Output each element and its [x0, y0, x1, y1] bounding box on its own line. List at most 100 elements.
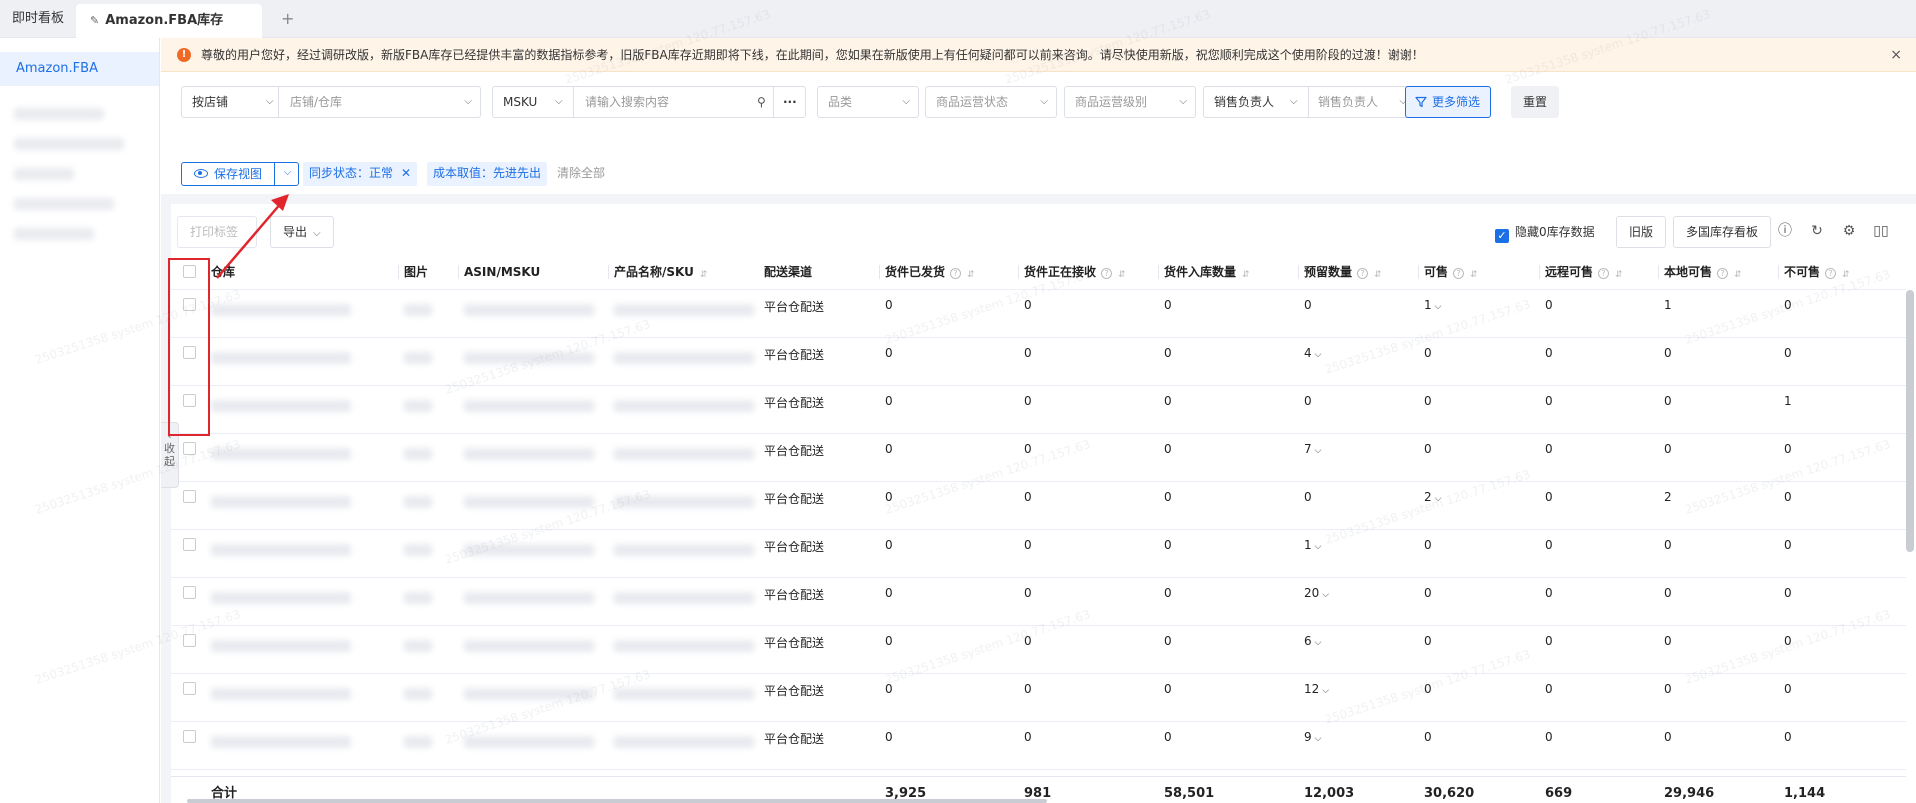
col-inbound[interactable]: 货件入库数量 ⇵ [1158, 254, 1250, 290]
search-icon[interactable]: ⚲ [757, 87, 766, 117]
sales-owner-select[interactable]: 销售负责人 [1214, 95, 1274, 109]
sku-type-select[interactable]: MSKU [503, 95, 537, 109]
col-shipped[interactable]: 货件已发货? ⇵ [879, 254, 975, 290]
export-button[interactable]: 导出 ⌵ [270, 216, 334, 248]
help-icon[interactable]: ? [1598, 268, 1610, 279]
row-checkbox[interactable] [183, 538, 196, 551]
table-row[interactable]: 平台仓配送 0 0 0 6 ⌵ 0 0 0 0 [171, 626, 1906, 674]
col-available[interactable]: 可售? ⇵ [1418, 254, 1478, 290]
close-icon[interactable]: × [1890, 38, 1902, 72]
cell-local: 1 [1664, 290, 1672, 338]
help-icon[interactable]: ? [1357, 268, 1369, 279]
sort-icon[interactable]: ⇵ [1470, 271, 1478, 280]
store-select[interactable]: 按店铺 [192, 95, 228, 109]
chevron-down-icon[interactable]: ⌵ [1315, 350, 1322, 360]
print-label-button[interactable]: 打印标签 [177, 216, 257, 248]
chevron-down-icon[interactable]: ⌵ [1435, 494, 1442, 504]
cell-reserved[interactable]: 1⌵ [1304, 530, 1321, 578]
row-checkbox[interactable] [183, 634, 196, 647]
col-local[interactable]: 本地可售? ⇵ [1658, 254, 1742, 290]
book-icon[interactable]: ▯▯ [1872, 222, 1890, 240]
chevron-down-icon[interactable]: ⌵ [1435, 302, 1442, 312]
old-version-button[interactable]: 旧版 [1616, 216, 1667, 248]
row-checkbox[interactable] [183, 586, 196, 599]
chevron-down-icon[interactable]: ⌵ [1322, 686, 1329, 696]
table-row[interactable]: 平台仓配送 0 0 0 9 ⌵ 0 0 0 0 [171, 722, 1906, 770]
sort-icon[interactable]: ⇵ [1842, 271, 1850, 280]
help-icon[interactable]: ? [1453, 268, 1465, 279]
pin-icon[interactable]: ✎ [90, 4, 99, 38]
search-input[interactable]: 请输入搜索内容 [585, 87, 669, 117]
cell-reserved[interactable]: 12 ⌵ [1304, 674, 1329, 722]
sales-owner-input[interactable]: 销售负责人 [1318, 87, 1378, 117]
sort-icon[interactable]: ⇵ [1374, 271, 1382, 280]
sku-search-field[interactable]: MSKU ⌵ 请输入搜索内容 ⚲ ··· [492, 86, 806, 118]
table-row[interactable]: 平台仓配送 0 0 0 0 2 ⌵ 0 2 0 [171, 482, 1906, 530]
cell-available[interactable]: 1 ⌵ [1424, 290, 1441, 338]
operation-status-select[interactable]: 商品运营状态 ⌵ [925, 86, 1057, 118]
col-receiving[interactable]: 货件正在接收? ⇵ [1018, 254, 1126, 290]
hide-zero-stock-checkbox[interactable]: ✓ 隐藏0库存数据 [1495, 224, 1595, 243]
clear-all-link[interactable]: 清除全部 [557, 162, 605, 186]
cell-reserved[interactable]: 9 ⌵ [1304, 722, 1321, 770]
cell-reserved[interactable]: 20 ⌵ [1304, 578, 1329, 626]
chevron-down-icon[interactable]: ⌵ [1315, 638, 1322, 648]
chevron-down-icon[interactable]: ⌵ [1315, 446, 1322, 456]
col-unsellable[interactable]: 不可售? ⇵ [1778, 254, 1850, 290]
add-tab-button[interactable]: + [281, 0, 294, 38]
help-icon[interactable]: ? [1825, 268, 1837, 279]
help-icon[interactable]: ? [1101, 268, 1113, 279]
multi-country-dashboard-button[interactable]: 多国库存看板 [1673, 216, 1772, 248]
sidebar-item-amazon-fba[interactable]: Amazon.FBA [0, 52, 159, 86]
col-reserved[interactable]: 预留数量? ⇵ [1298, 254, 1382, 290]
save-view-dropdown[interactable]: ⌵ [274, 162, 300, 186]
cell-local-value: 0 [1664, 682, 1672, 696]
tab-fba-inventory[interactable]: ✎ Amazon.FBA库存 [76, 4, 262, 38]
cell-reserved[interactable]: 4 ⌵ [1304, 338, 1321, 386]
row-checkbox[interactable] [183, 682, 196, 695]
close-icon[interactable]: ✕ [401, 166, 411, 180]
chevron-down-icon[interactable]: ⌵ [1315, 734, 1322, 744]
cell-reserved[interactable]: 6 ⌵ [1304, 626, 1321, 674]
settings-icon[interactable]: ⚙ [1840, 222, 1858, 240]
cell-available[interactable]: 2 ⌵ [1424, 482, 1441, 530]
row-checkbox[interactable] [183, 730, 196, 743]
sales-owner-filter[interactable]: 销售负责人 ⌵ 销售负责人 ⌵ [1203, 86, 1416, 118]
col-remote[interactable]: 远程可售? ⇵ [1539, 254, 1623, 290]
help-icon[interactable]: ? [1717, 268, 1729, 279]
vertical-scrollbar[interactable] [1906, 290, 1914, 552]
operation-level-select[interactable]: 商品运营级别 ⌵ [1064, 86, 1196, 118]
tab-dashboard[interactable]: 即时看板 [12, 0, 64, 38]
table-row[interactable]: 平台仓配送 0 0 0 0 0 0 0 1 [171, 386, 1906, 434]
help-icon[interactable]: ? [950, 268, 962, 279]
store-warehouse-input[interactable]: 店铺/仓库 [290, 87, 342, 117]
store-warehouse-filter[interactable]: 按店铺 ⌵ 店铺/仓库 ⌵ [181, 86, 481, 118]
info-icon[interactable]: ⓘ [1776, 222, 1794, 240]
table-row[interactable]: 平台仓配送 0 0 0 0 1 ⌵ 0 1 0 [171, 290, 1906, 338]
sort-icon[interactable]: ⇵ [1734, 271, 1742, 280]
table-row[interactable]: 平台仓配送 0 0 0 1 ⌵ 0 0 0 0 [171, 530, 1906, 578]
more-filters-button[interactable]: 更多筛选 [1405, 86, 1492, 118]
sort-icon[interactable]: ⇵ [700, 271, 708, 280]
chevron-down-icon[interactable]: ⌵ [1322, 590, 1329, 600]
refresh-icon[interactable]: ↻ [1808, 222, 1826, 240]
table-row[interactable]: 平台仓配送 0 0 0 20 ⌵ 0 0 0 0 [171, 578, 1906, 626]
table-row[interactable]: 平台仓配送 0 0 0 12 ⌵ 0 0 0 0 [171, 674, 1906, 722]
table-row[interactable]: 平台仓配送 0 0 0 7 ⌵ 0 0 0 0 [171, 434, 1906, 482]
sort-icon[interactable]: ⇵ [967, 271, 975, 280]
reset-button[interactable]: 重置 [1511, 86, 1560, 118]
col-product[interactable]: 产品名称/SKU ⇵ [608, 254, 708, 290]
sort-icon[interactable]: ⇵ [1615, 271, 1623, 280]
row-checkbox[interactable] [183, 442, 196, 455]
table-row[interactable]: 平台仓配送 0 0 0 4 ⌵ 0 0 0 0 [171, 338, 1906, 386]
sort-icon[interactable]: ⇵ [1242, 271, 1250, 280]
more-options-icon[interactable]: ··· [783, 87, 797, 117]
chevron-down-icon[interactable]: ⌵ [1315, 542, 1322, 552]
sort-icon[interactable]: ⇵ [1118, 271, 1126, 280]
category-select[interactable]: 品类 ⌵ [817, 86, 919, 118]
divider [608, 265, 609, 279]
more-filters-label: 更多筛选 [1432, 95, 1481, 109]
cell-reserved[interactable]: 7 ⌵ [1304, 434, 1321, 482]
horizontal-scrollbar[interactable] [187, 799, 1047, 803]
row-checkbox[interactable] [183, 490, 196, 503]
